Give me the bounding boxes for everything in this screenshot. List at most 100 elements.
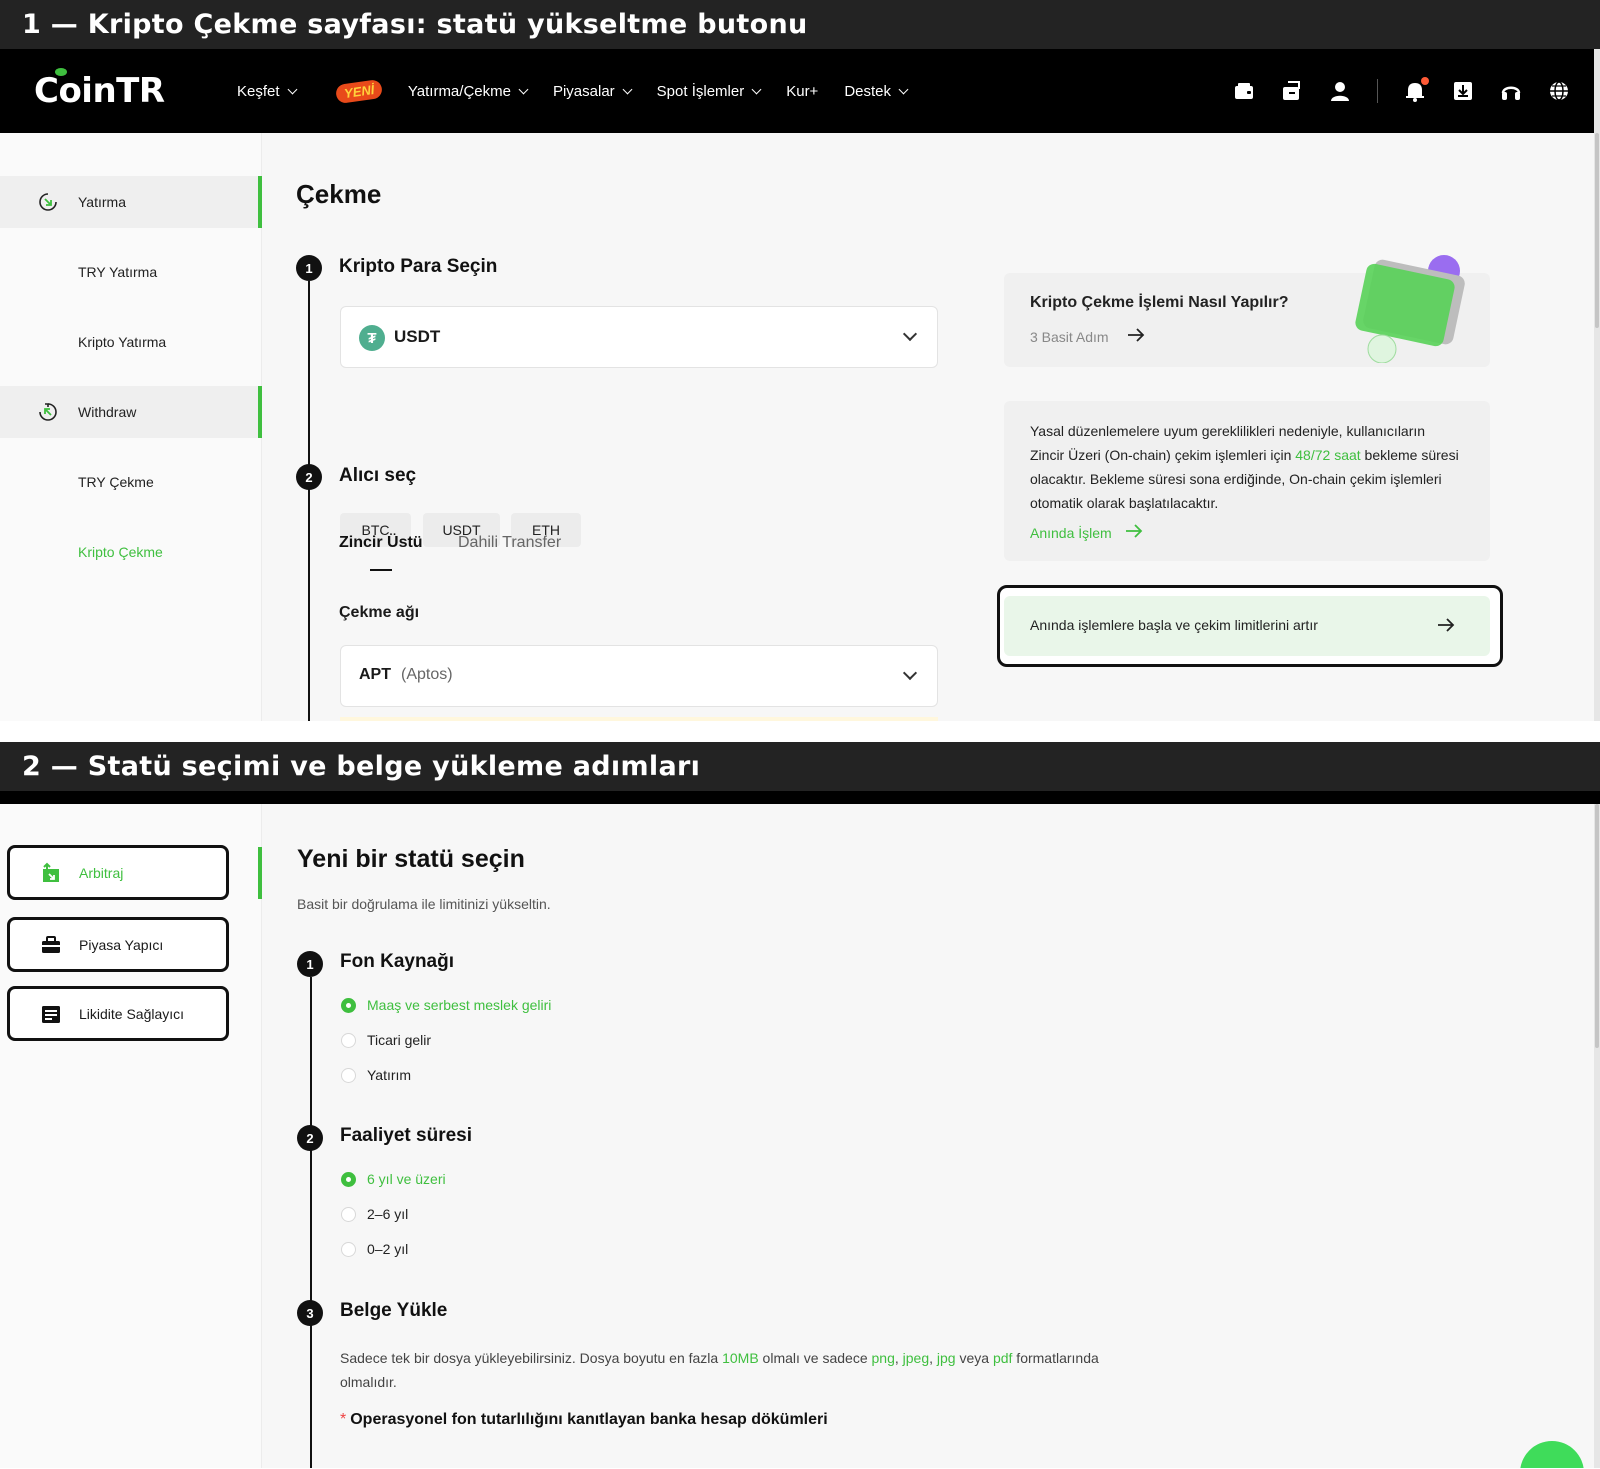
coin-select[interactable]: ₮ USDT	[340, 306, 938, 368]
radio-label: Maaş ve serbest meslek geliri	[367, 997, 552, 1013]
liquidity-icon	[40, 1003, 62, 1025]
withdraw-page: Yatırma TRY Yatırma Kripto Yatırma Withd…	[0, 133, 1600, 721]
radio-checked	[341, 997, 356, 1013]
nav-separator	[1377, 79, 1378, 103]
notice-highlight: 48/72 saat	[1295, 447, 1361, 463]
notification-dot	[1421, 77, 1429, 85]
upload-desc-b: olmalı ve sadece	[758, 1350, 872, 1366]
document-label: * Operasyonel fon tutarlılığını kanıtlaya…	[340, 1411, 828, 1429]
nav-item-kurplus[interactable]: Kur+	[786, 83, 818, 100]
page-scrollbar[interactable]	[1594, 804, 1600, 1468]
sidebar-item-kripto-yatirma[interactable]: Kripto Yatırma	[0, 316, 262, 368]
nav-label: Destek	[844, 82, 892, 100]
chat-fab-button[interactable]	[1520, 1441, 1584, 1468]
cointr-logo[interactable]: CoinTR	[34, 71, 165, 111]
radio-fund-salary[interactable]: Maaş ve serbest meslek geliri	[341, 997, 551, 1013]
document-label-text: Operasyonel fon tutarlılığını kanıtlayan…	[350, 1411, 828, 1428]
status-arbitraj-button[interactable]: Arbitraj	[7, 845, 229, 900]
nav-label: Piyasalar	[552, 82, 615, 100]
howto-subtitle: 3 Basit Adım	[1030, 329, 1109, 345]
step-label: Faaliyet süresi	[340, 1125, 473, 1146]
download-icon[interactable]	[1452, 80, 1474, 102]
status-label: Likidite Sağlayıcı	[79, 1005, 185, 1022]
yellow-banner-edge	[340, 717, 938, 721]
nav-item-yatirma-cekme[interactable]: Yatırma/Çekme	[408, 83, 529, 100]
upload-desc-c: veya	[955, 1350, 993, 1366]
sidebar-item-label: Kripto Yatırma	[78, 334, 167, 350]
radio-unchecked	[341, 1206, 356, 1222]
sidebar-item-yatirma[interactable]: Yatırma	[0, 176, 262, 228]
nav-label: Spot İşlemler	[656, 82, 745, 100]
radio-fund-investment[interactable]: Yatırım	[341, 1067, 411, 1083]
exchange-icon[interactable]	[1281, 80, 1303, 102]
radio-checked	[341, 1171, 356, 1187]
chevron-down-icon	[751, 84, 762, 94]
wallet-icon[interactable]	[1233, 80, 1255, 102]
upgrade-button[interactable]: Anında işlemlere başla ve çekim limitler…	[1004, 596, 1490, 656]
required-star: *	[340, 1411, 347, 1428]
radio-duration-2-6[interactable]: 2–6 yıl	[341, 1206, 408, 1222]
nav-label: Kur+	[786, 82, 819, 100]
active-tab-indicator	[370, 569, 392, 571]
sidebar-item-kripto-cekme[interactable]: Kripto Çekme	[0, 526, 262, 578]
status-likidite-button[interactable]: Likidite Sağlayıcı	[7, 986, 229, 1041]
status-piyasa-yapici-button[interactable]: Piyasa Yapıcı	[7, 917, 229, 972]
sidebar-item-label: Yatırma	[78, 194, 126, 210]
radio-label: Yatırım	[367, 1067, 412, 1083]
nav-item-spot[interactable]: Spot İşlemler	[656, 82, 762, 100]
step-number: 2	[297, 1125, 323, 1151]
scrollbar-track	[1594, 49, 1600, 133]
wallet-illustration-icon	[1352, 251, 1480, 368]
radio-label: Ticari gelir	[367, 1032, 432, 1048]
step-label: Alıcı seç	[339, 465, 417, 486]
upload-desc-a: Sadece tek bir dosya yükleyebilirsiniz. …	[340, 1350, 723, 1366]
instant-link[interactable]: Anında İşlem	[1030, 523, 1144, 542]
tab-zincir-ustu[interactable]: Zincir Üstü	[339, 534, 423, 552]
sidebar-item-withdraw[interactable]: Withdraw	[0, 386, 262, 438]
briefcase-icon	[40, 934, 62, 956]
format-pdf: pdf	[992, 1350, 1013, 1366]
headset-icon[interactable]	[1500, 80, 1522, 102]
howto-card[interactable]: Kripto Çekme İşlemi Nasıl Yapılır? 3 Bas…	[1004, 255, 1490, 367]
sidebar-item-try-cekme[interactable]: TRY Çekme	[0, 456, 262, 508]
arrow-right-icon	[1436, 617, 1456, 638]
sidebar-active-marker	[258, 847, 262, 899]
sidebar-item-try-yatirma[interactable]: TRY Yatırma	[0, 246, 262, 298]
status-page: Arbitraj Piyasa Yapıcı Likidite Sağlayıc…	[0, 804, 1600, 1468]
instant-link-label: Anında İşlem	[1030, 524, 1112, 541]
radio-unchecked	[341, 1067, 356, 1083]
steps-line	[308, 281, 310, 721]
chevron-down-icon	[898, 84, 909, 94]
globe-icon[interactable]	[1548, 80, 1570, 102]
network-select[interactable]: APT (Aptos)	[340, 645, 938, 707]
page-scrollbar[interactable]	[1594, 133, 1600, 721]
status-subtitle: Basit bir doğrulama ile limitinizi yükse…	[297, 896, 551, 912]
step-number: 2	[296, 464, 322, 490]
radio-unchecked	[341, 1241, 356, 1257]
bell-icon[interactable]	[1404, 77, 1429, 102]
sidebar-item-label: TRY Çekme	[78, 474, 154, 490]
network-desc: (Aptos)	[401, 666, 453, 683]
radio-duration-0-2[interactable]: 0–2 yıl	[341, 1241, 408, 1257]
scrollbar-thumb[interactable]	[1595, 133, 1599, 328]
arbitrage-icon	[40, 862, 62, 884]
chevron-down-icon	[287, 84, 297, 94]
nav-item-piyasalar[interactable]: Piyasalar	[552, 82, 633, 100]
upgrade-button-label: Anında işlemlere başla ve çekim limitler…	[1030, 617, 1318, 633]
step-number: 1	[296, 255, 322, 281]
nav-item-destek[interactable]: Destek	[844, 82, 909, 100]
user-icon[interactable]	[1329, 80, 1351, 102]
step-label: Kripto Para Seçin	[339, 256, 498, 277]
notice-text: Yasal düzenlemelere uyum gereklilikleri …	[1030, 419, 1460, 515]
radio-duration-6plus[interactable]: 6 yıl ve üzeri	[341, 1171, 446, 1187]
notice-card: Yasal düzenlemelere uyum gereklilikleri …	[1004, 401, 1490, 561]
scrollbar-thumb[interactable]	[1595, 804, 1599, 1048]
radio-fund-commercial[interactable]: Ticari gelir	[341, 1032, 431, 1048]
tab-dahili-transfer[interactable]: Dahili Transfer	[458, 534, 561, 552]
selected-coin: USDT	[394, 327, 441, 346]
chevron-down-icon	[902, 665, 918, 681]
upload-description: Sadece tek bir dosya yükleyebilirsiniz. …	[340, 1350, 1099, 1390]
step-label: Belge Yükle	[340, 1300, 448, 1321]
nav-item-kesfet[interactable]: Keşfet	[237, 83, 297, 100]
panel-gap	[0, 721, 1600, 742]
